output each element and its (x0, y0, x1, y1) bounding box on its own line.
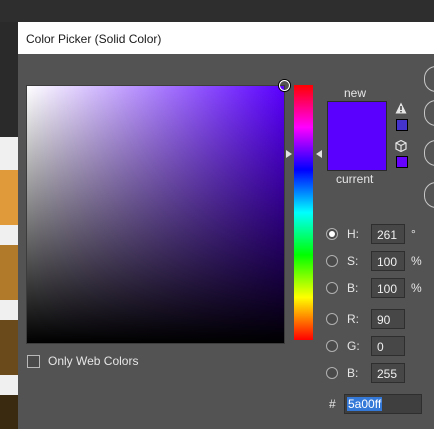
background-strip (0, 375, 18, 395)
brightness-radio[interactable] (326, 282, 338, 294)
saturation-label: S: (347, 254, 359, 268)
hue-slider[interactable] (294, 85, 313, 340)
dialog-title: Color Picker (Solid Color) (26, 32, 162, 46)
hue-unit: ° (411, 227, 416, 241)
blue-radio[interactable] (326, 367, 338, 379)
saturation-brightness-field[interactable] (26, 80, 290, 344)
only-web-colors-option[interactable]: Only Web Colors (27, 354, 138, 368)
saturation-field-row: S: 100 % (326, 251, 422, 271)
title-bar[interactable]: Color Picker (Solid Color) (18, 22, 434, 54)
green-field-row: G: 0 (326, 336, 405, 356)
only-web-colors-label: Only Web Colors (48, 354, 139, 368)
current-color-label: current (336, 172, 374, 186)
green-label: G: (347, 339, 360, 353)
background-strip (0, 245, 18, 300)
hue-field-row: H: 261 ° (326, 224, 416, 244)
cube-icon[interactable] (395, 140, 407, 152)
background-strip (0, 170, 18, 225)
ok-button[interactable] (424, 66, 434, 92)
cancel-button[interactable] (424, 100, 434, 126)
only-web-colors-checkbox[interactable] (27, 354, 40, 368)
brightness-field-row: B: 100 % (326, 278, 422, 298)
blue-field-row: B: 255 (326, 363, 405, 383)
background-strip (0, 225, 18, 245)
web-safe-swatch[interactable] (396, 156, 408, 168)
color-libraries-button[interactable] (424, 182, 434, 208)
new-color-swatch (328, 102, 386, 136)
background-app-top (0, 0, 434, 22)
red-label: R: (347, 312, 359, 326)
red-field-row: R: 90 (326, 309, 405, 329)
hue-slider-left-arrow[interactable] (286, 150, 292, 158)
background-strip (0, 300, 18, 320)
hex-input[interactable]: 5a00ff (344, 394, 422, 414)
brightness-input[interactable]: 100 (371, 278, 405, 298)
hex-hash-label: # (329, 397, 336, 411)
new-color-label: new (344, 86, 367, 100)
add-to-swatches-button[interactable] (424, 140, 434, 166)
saturation-radio[interactable] (326, 255, 338, 267)
green-input[interactable]: 0 (371, 336, 405, 356)
hue-slider-right-arrow[interactable] (316, 150, 322, 158)
gamut-warning-swatch[interactable] (396, 119, 408, 131)
warning-triangle-icon[interactable] (395, 102, 407, 114)
color-picker-dialog: Color Picker (Solid Color) new current O… (18, 22, 434, 429)
background-strip (0, 22, 18, 137)
brightness-unit: % (411, 281, 422, 295)
color-field-marker[interactable] (279, 80, 290, 91)
green-radio[interactable] (326, 340, 338, 352)
current-color-swatch[interactable] (328, 136, 386, 170)
saturation-input[interactable]: 100 (371, 251, 405, 271)
background-strip (0, 137, 18, 170)
hue-label: H: (347, 227, 359, 241)
blue-input[interactable]: 255 (371, 363, 405, 383)
hex-value: 5a00ff (347, 397, 383, 411)
blue-label: B: (347, 366, 359, 380)
hue-radio[interactable] (326, 228, 338, 240)
brightness-label: B: (347, 281, 359, 295)
saturation-unit: % (411, 254, 422, 268)
red-input[interactable]: 90 (371, 309, 405, 329)
hue-input[interactable]: 261 (371, 224, 405, 244)
background-strip (0, 320, 18, 375)
background-strip (0, 395, 18, 429)
color-preview (327, 101, 387, 171)
red-radio[interactable] (326, 313, 338, 325)
